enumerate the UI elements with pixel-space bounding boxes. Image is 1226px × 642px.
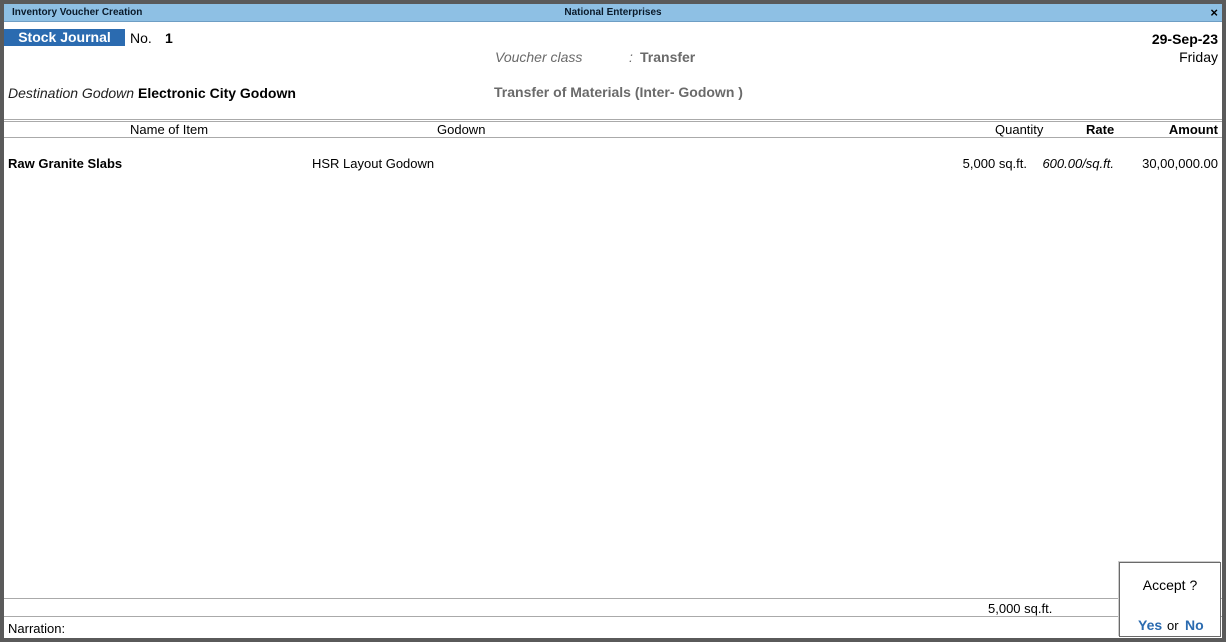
item-amount-cell[interactable]: 30,00,000.00 [1142, 156, 1218, 171]
voucher-type-badge[interactable]: Stock Journal [4, 29, 125, 46]
close-icon[interactable]: × [1210, 5, 1218, 20]
item-godown-cell[interactable]: HSR Layout Godown [312, 156, 434, 171]
total-divider-top [4, 598, 1222, 599]
column-header-rate: Rate [1086, 122, 1115, 137]
column-header-quantity: Quantity [995, 122, 1044, 137]
voucher-number-value[interactable]: 1 [165, 30, 173, 46]
window-title: Inventory Voucher Creation [12, 7, 143, 18]
voucher-class-value[interactable]: Transfer [640, 49, 695, 65]
voucher-date[interactable]: 29-Sep-23 [1152, 31, 1218, 47]
transfer-description: Transfer of Materials (Inter- Godown ) [494, 84, 743, 100]
accept-or-text: or [1167, 618, 1179, 633]
title-bar: National Enterprises Inventory Voucher C… [4, 4, 1222, 22]
voucher-number-label: No. [130, 30, 152, 46]
column-header-godown: Godown [437, 122, 486, 137]
narration-label[interactable]: Narration: [8, 621, 65, 636]
company-name: National Enterprises [564, 7, 662, 18]
accept-yes-button[interactable]: Yes [1138, 617, 1162, 633]
voucher-class-colon: : [629, 49, 633, 65]
accept-question: Accept ? [1142, 577, 1198, 593]
voucher-day: Friday [1179, 49, 1218, 65]
destination-godown-label: Destination Godown : [8, 85, 142, 101]
total-divider-bottom [4, 616, 1222, 617]
accept-dialog: Accept ? Yes or No [1119, 562, 1221, 637]
voucher-class-label: Voucher class [495, 49, 583, 65]
item-quantity-cell[interactable]: 5,000 sq.ft. [963, 156, 1027, 171]
accept-no-button[interactable]: No [1185, 617, 1204, 633]
destination-godown-field[interactable]: Electronic City Godown [138, 85, 296, 101]
item-name-cell[interactable]: Raw Granite Slabs [8, 156, 122, 171]
column-header-name: Name of Item [130, 122, 209, 137]
header-divider-bottom [4, 137, 1222, 138]
item-rate-cell[interactable]: 600.00/sq.ft. [1042, 156, 1114, 171]
column-header-amount: Amount [1168, 122, 1218, 137]
total-quantity: 5,000 sq.ft. [988, 601, 1053, 616]
